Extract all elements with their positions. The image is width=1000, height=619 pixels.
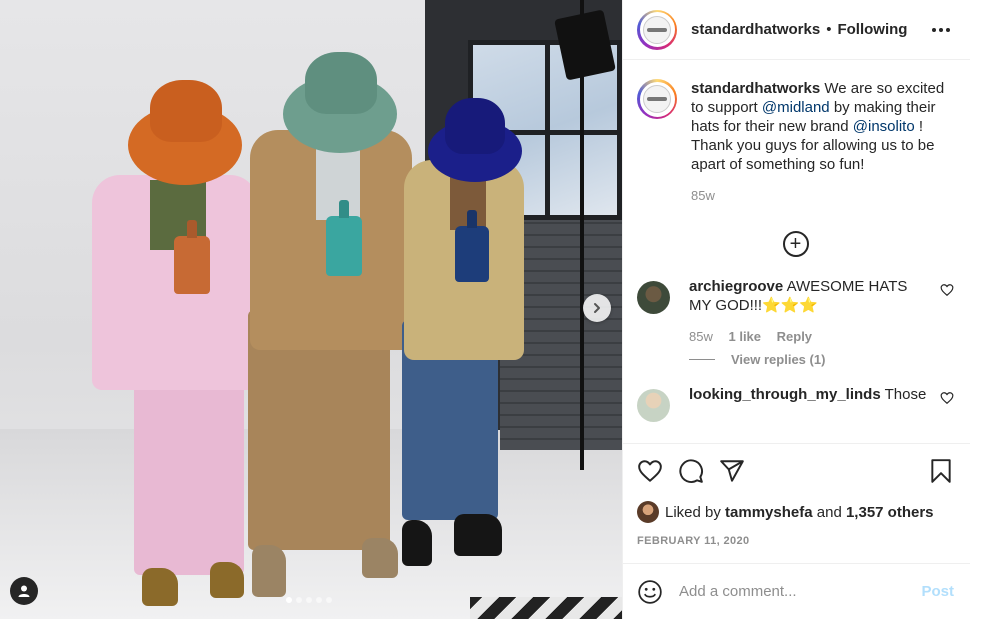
comment-age[interactable]: 85w	[689, 329, 713, 344]
avatar-inner	[639, 81, 675, 117]
replies-divider	[689, 359, 715, 360]
view-replies-label: View replies (1)	[731, 352, 826, 367]
header-separator: •	[826, 21, 832, 38]
carousel-dots	[286, 597, 332, 603]
hatworks-logo	[643, 15, 671, 44]
post-actions: Liked by tammyshefa and 1,357 others FEB…	[623, 443, 970, 563]
boot	[210, 562, 244, 598]
likes-summary: Liked by tammyshefa and 1,357 others	[637, 501, 954, 523]
hat-crown	[445, 98, 505, 154]
hat-crown	[305, 52, 377, 114]
caption-username[interactable]: standardhatworks	[691, 80, 820, 97]
comment-username[interactable]: archiegroove	[689, 278, 783, 295]
comment-likes[interactable]: 1 like	[728, 329, 761, 344]
comment-icon	[679, 459, 703, 483]
post-header: standardhatworks • Following	[623, 0, 970, 60]
tagged-users-button[interactable]	[10, 577, 38, 605]
caption-author-avatar[interactable]	[637, 79, 677, 119]
next-arrow-icon	[594, 303, 600, 313]
following-button[interactable]: Following	[837, 21, 907, 38]
comment-meta: 85w 1 like Reply	[689, 329, 929, 344]
light-stand	[580, 0, 584, 470]
boot	[402, 520, 432, 566]
caption-meta: 85w	[691, 188, 947, 203]
carousel-dot	[306, 597, 312, 603]
comment-button[interactable]	[678, 458, 704, 484]
comment-heart-icon[interactable]	[940, 391, 954, 405]
carousel-next-button[interactable]	[583, 294, 611, 322]
carousel-dot	[286, 597, 292, 603]
carousel-dot	[326, 597, 332, 603]
comment-username[interactable]: looking_through_my_linds	[689, 386, 881, 403]
post-date[interactable]: FEBRUARY 11, 2020	[637, 535, 954, 547]
bottle-navy	[455, 226, 489, 282]
comment-text: looking_through_my_linds Those	[689, 385, 929, 404]
liker-username[interactable]: tammyshefa	[725, 504, 813, 521]
commenter-avatar[interactable]	[637, 389, 670, 422]
comments-list[interactable]: standardhatworks We are so excited to su…	[623, 61, 970, 443]
caption-text: standardhatworks We are so excited to su…	[691, 79, 947, 174]
boot	[454, 514, 502, 556]
add-comment-bar: Post	[623, 563, 970, 619]
boot	[252, 545, 286, 597]
action-icons	[637, 458, 954, 484]
heart-icon	[638, 460, 662, 482]
comment-item: looking_through_my_linds Those	[637, 385, 954, 422]
avatar-inner	[639, 12, 675, 47]
boot	[362, 538, 398, 578]
instagram-post-modal: standardhatworks • Following standardhat…	[0, 0, 1000, 619]
like-button[interactable]	[637, 458, 663, 484]
floor-stripe	[470, 597, 622, 619]
share-button[interactable]	[719, 458, 745, 484]
emoji-button[interactable]	[637, 579, 663, 605]
load-more-comments: +	[637, 231, 954, 257]
post-photo[interactable]	[0, 0, 622, 619]
reply-button[interactable]: Reply	[777, 329, 812, 344]
author-username[interactable]: standardhatworks	[691, 21, 820, 38]
mention-midland[interactable]: @midland	[762, 99, 830, 116]
author-avatar[interactable]	[637, 9, 677, 50]
post-caption: standardhatworks We are so excited to su…	[637, 79, 954, 203]
comment-body: Those	[884, 386, 927, 403]
comment-item: archiegroove AWESOME HATS MY GOD!!!⭐⭐⭐ 8…	[637, 277, 954, 344]
bookmark-icon	[931, 459, 951, 483]
more-options-icon[interactable]	[928, 24, 954, 36]
comment-heart-icon[interactable]	[940, 283, 954, 297]
load-more-icon[interactable]: +	[782, 231, 809, 257]
share-icon	[720, 460, 744, 482]
comment-input[interactable]	[679, 583, 922, 600]
boot	[142, 568, 178, 606]
save-button[interactable]	[928, 458, 954, 484]
carousel-dot	[296, 597, 302, 603]
likes-others-count[interactable]: 1,357 others	[846, 504, 934, 521]
comment-text: archiegroove AWESOME HATS MY GOD!!!⭐⭐⭐	[689, 277, 929, 315]
view-replies-button[interactable]: View replies (1)	[689, 352, 954, 367]
mention-insolito[interactable]: @insolito	[853, 118, 915, 135]
emoji-icon	[638, 579, 662, 604]
bottle-orange	[174, 236, 210, 294]
commenter-avatar[interactable]	[637, 281, 670, 314]
post-side-panel: standardhatworks • Following standardhat…	[622, 0, 970, 619]
post-comment-button[interactable]: Post	[921, 583, 954, 600]
tagged-user-icon	[18, 585, 30, 597]
carousel-dot	[316, 597, 322, 603]
hatworks-logo	[643, 85, 671, 113]
hat-crown	[150, 80, 222, 142]
likes-joiner: and	[816, 503, 842, 521]
liker-avatar[interactable]	[637, 501, 659, 523]
likes-prefix: Liked by	[665, 503, 721, 521]
pants	[134, 370, 244, 575]
caption-age[interactable]: 85w	[691, 188, 715, 203]
bottle-teal	[326, 216, 362, 276]
